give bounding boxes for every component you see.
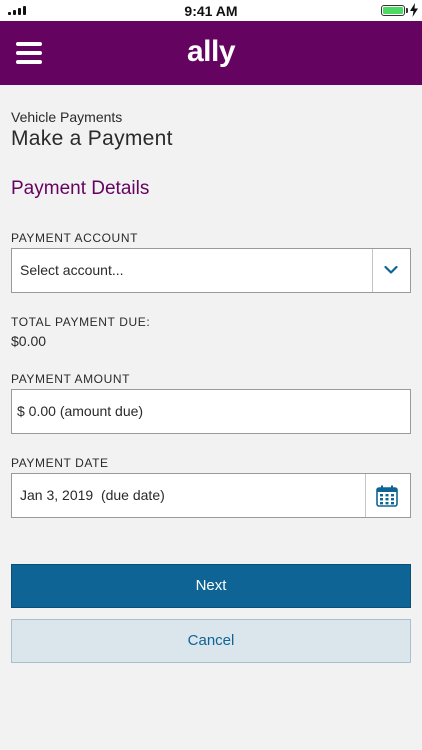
chevron-down-icon[interactable] <box>384 265 398 275</box>
section-title: Payment Details <box>11 178 150 199</box>
payment-amount-input[interactable]: $ 0.00 (amount due) <box>11 389 411 434</box>
next-button[interactable]: Next <box>11 564 411 608</box>
calendar-button[interactable] <box>366 474 410 517</box>
ally-logo: ally <box>186 35 236 68</box>
payment-date-value: Jan 3, 2019 (due date) <box>20 487 165 503</box>
charging-icon <box>410 3 418 17</box>
battery-cap <box>406 8 408 13</box>
status-bar: 9:41 AM <box>0 0 422 21</box>
calendar-icon <box>376 485 398 507</box>
payment-amount-value: $ 0.00 (amount due) <box>17 403 144 419</box>
payment-account-value: Select account... <box>20 262 124 278</box>
select-divider <box>372 249 373 292</box>
payment-amount-label: PAYMENT AMOUNT <box>11 372 131 386</box>
page-title: Make a Payment <box>11 127 173 150</box>
payment-date-label: PAYMENT DATE <box>11 456 109 470</box>
app-header: ally <box>0 21 422 85</box>
cancel-button[interactable]: Cancel <box>11 619 411 663</box>
status-time: 9:41 AM <box>184 3 238 19</box>
battery-icon <box>381 5 405 16</box>
total-due-label: TOTAL PAYMENT DUE: <box>11 315 151 329</box>
payment-account-label: PAYMENT ACCOUNT <box>11 231 139 245</box>
breadcrumb: Vehicle Payments <box>11 109 123 125</box>
total-due-value: $0.00 <box>11 333 47 349</box>
payment-account-select[interactable]: Select account... <box>11 248 411 293</box>
payment-date-input[interactable]: Jan 3, 2019 (due date) <box>11 473 411 518</box>
